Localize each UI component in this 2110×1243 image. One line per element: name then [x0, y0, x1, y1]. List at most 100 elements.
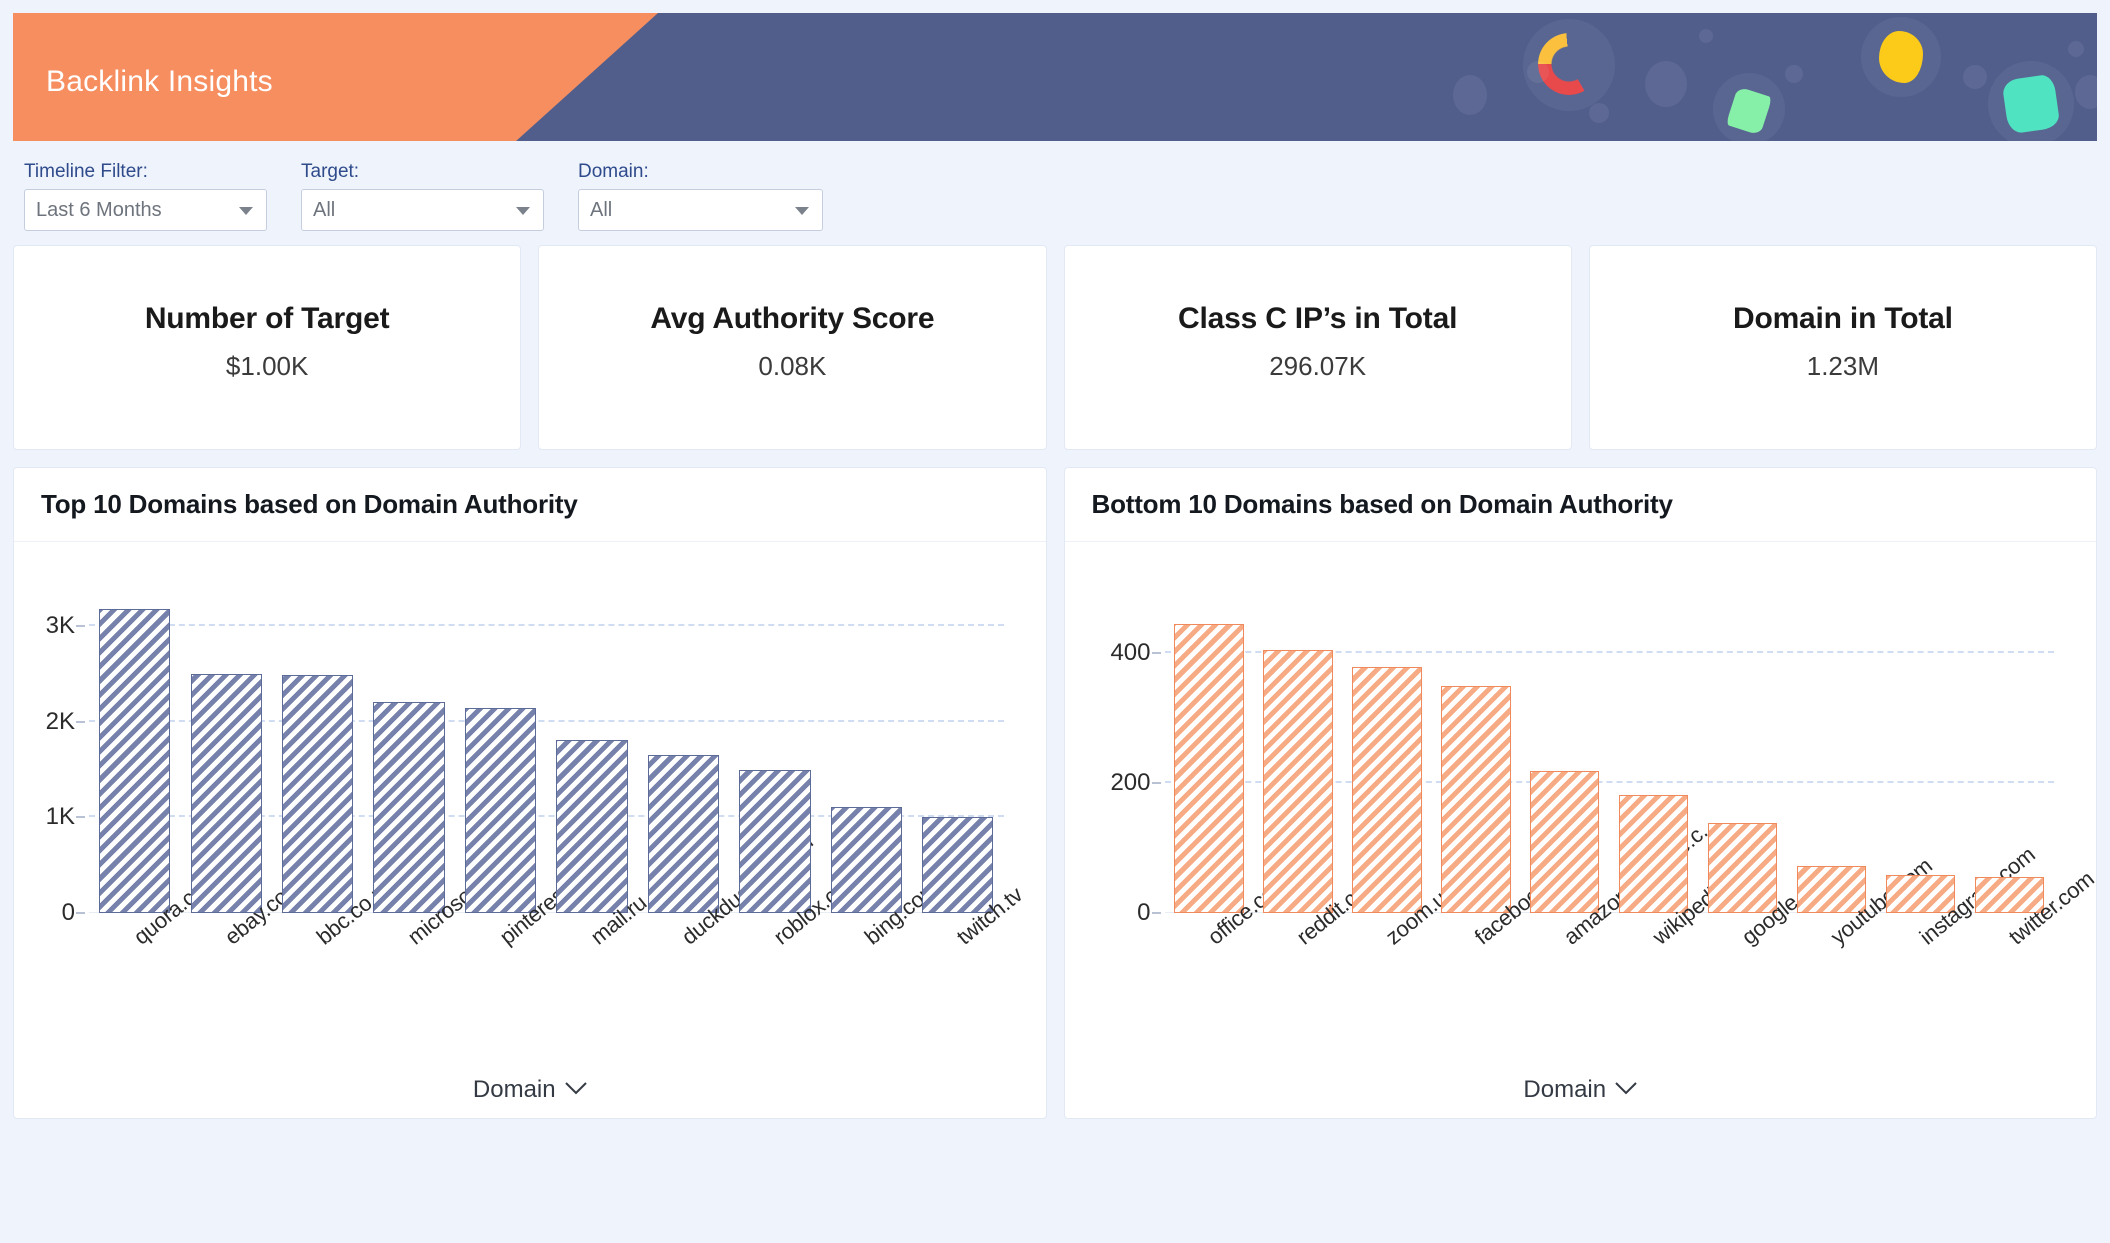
chart-card-bottom-10-domains: Bottom 10 Domains based on Domain Author… — [1063, 467, 2098, 1119]
bar-slot: reddit.com — [1253, 588, 1385, 949]
y-axis-tick — [76, 816, 85, 819]
bar[interactable] — [1708, 823, 1778, 913]
bar[interactable] — [830, 806, 903, 913]
bar-group: office.comreddit.comzoom.usfacebook.coma… — [1165, 588, 2098, 949]
chart-row: Top 10 Domains based on Domain Authority… — [0, 450, 2110, 1119]
kpi-title: Number of Target — [144, 302, 390, 335]
bar[interactable] — [1263, 649, 1333, 913]
bar-slot: pinterest.com — [455, 588, 610, 949]
bar[interactable] — [1530, 771, 1600, 913]
bar-slot: youtube.com — [1787, 588, 1936, 949]
kpi-title: Avg Authority Score — [650, 302, 935, 335]
chevron-down-icon — [516, 207, 530, 215]
chart-body: 0 1K 2K 3K quora.com ebay.com bbc.co.uk microso… — [14, 542, 1046, 1118]
bar[interactable] — [464, 708, 537, 913]
timeline-filter-select[interactable]: Last 6 Months — [24, 189, 267, 231]
bar[interactable] — [281, 675, 354, 913]
y-axis-tick — [76, 625, 85, 628]
bar[interactable] — [99, 609, 171, 913]
x-axis-title[interactable]: Domain — [1065, 1074, 2097, 1104]
filter-domain: Domain: All — [578, 161, 823, 231]
bar[interactable] — [1174, 623, 1244, 913]
kpi-card-class-c-ips-in-total[interactable]: Class C IP’s in Total 296.07K — [1063, 245, 1572, 450]
y-axis-tick — [1151, 782, 1161, 784]
x-axis-title-text: Domain — [472, 1076, 556, 1103]
chart-card-top-10-domains: Top 10 Domains based on Domain Authority… — [13, 467, 1047, 1119]
bar-slot: duckduckgo.com — [638, 588, 818, 949]
bar[interactable] — [739, 769, 811, 913]
bar-slot: bbc.co.uk — [272, 588, 398, 949]
decorative-yellow-blob — [1879, 31, 1923, 83]
decorative-dot — [1589, 103, 1609, 123]
bar-slot: wikipedia.org — [1609, 588, 1760, 949]
decorative-dot — [1527, 61, 1549, 83]
bar-slot: bing.com — [821, 588, 943, 949]
bar-slot: zoom.us — [1342, 588, 1459, 949]
chart-body: 0200400office.comreddit.comzoom.usfacebo… — [1065, 542, 2098, 1118]
chart-title: Bottom 10 Domains based on Domain Author… — [1091, 489, 1673, 519]
kpi-card-avg-authority-score[interactable]: Avg Authority Score 0.08K — [538, 245, 1047, 450]
decorative-dot — [1785, 65, 1803, 83]
bar[interactable] — [922, 817, 994, 913]
decorative-dot — [1699, 29, 1713, 43]
kpi-title: Domain in Total — [1732, 302, 1953, 335]
kpi-value: 1.23M — [1806, 351, 1879, 381]
bar-slot: mail.ru — [546, 588, 651, 949]
chevron-down-icon — [795, 207, 809, 215]
bar-slot: roblox.com — [729, 588, 866, 949]
decorative-dot — [1645, 61, 1687, 107]
filter-bar: Timeline Filter: Last 6 Months Target: A… — [0, 141, 2110, 245]
bar[interactable] — [373, 701, 445, 913]
filter-target: Target: All — [301, 161, 544, 231]
chart-header: Bottom 10 Domains based on Domain Author… — [1064, 468, 2096, 542]
y-axis-tick — [76, 720, 85, 723]
target-filter-value: All — [313, 198, 336, 221]
bar[interactable] — [1441, 685, 1511, 913]
dashboard-header: Backlink Insights — [13, 13, 2097, 141]
chart-header: Top 10 Domains based on Domain Authority — [14, 468, 1046, 542]
bar-slot: facebook.com — [1431, 588, 1589, 949]
page-title: Backlink Insights — [46, 65, 273, 98]
filter-domain-label: Domain: — [578, 161, 649, 182]
filter-timeline: Timeline Filter: Last 6 Months — [24, 161, 267, 231]
decorative-teal-shape — [2001, 73, 2061, 135]
filter-timeline-label: Timeline Filter: — [24, 161, 148, 182]
chart-title: Top 10 Domains based on Domain Authority — [41, 489, 578, 519]
bar-group: quora.com ebay.com bbc.co.uk microsoft.com p… — [89, 588, 1027, 949]
chevron-down-icon[interactable] — [564, 1074, 587, 1102]
bar-slot: microsoft.com — [363, 588, 522, 949]
kpi-row: Number of Target $1.00K Avg Authority Sc… — [0, 245, 2110, 450]
decorative-dot — [1453, 75, 1487, 115]
kpi-value: 296.07K — [1269, 351, 1367, 381]
bar-slot: office.com — [1165, 588, 1294, 949]
domain-filter-value: All — [590, 198, 613, 221]
decorative-dot — [2068, 41, 2084, 57]
kpi-value: $1.00K — [225, 351, 309, 381]
y-axis-tick — [1151, 652, 1161, 654]
kpi-card-number-of-target[interactable]: Number of Target $1.00K — [13, 245, 522, 450]
bar[interactable] — [647, 755, 720, 913]
bar-slot: twitch.tv — [912, 588, 1027, 949]
decorative-dot — [1963, 65, 1987, 89]
chevron-down-icon[interactable] — [1615, 1074, 1637, 1102]
target-filter-select[interactable]: All — [301, 189, 544, 231]
bar-chart-plot: 0200400office.comreddit.comzoom.usfacebo… — [1110, 588, 2098, 949]
kpi-card-domain-in-total[interactable]: Domain in Total 1.23M — [1588, 245, 2097, 450]
bar-slot: google.com — [1698, 588, 1838, 949]
bar-slot: instagram.com — [1876, 588, 2039, 949]
domain-filter-select[interactable]: All — [578, 189, 823, 231]
bar[interactable] — [1352, 667, 1422, 913]
bar-slot: twitter.com — [1965, 588, 2098, 949]
kpi-title: Class C IP’s in Total — [1178, 302, 1458, 335]
bar-slot: ebay.com — [180, 588, 307, 949]
chevron-down-icon — [239, 207, 253, 215]
bar[interactable] — [556, 740, 628, 913]
bar-slot: quora.com — [89, 588, 223, 949]
bar[interactable] — [1619, 794, 1689, 913]
x-axis-title-text: Domain — [1523, 1076, 1607, 1103]
kpi-value: 0.08K — [758, 351, 827, 381]
bar[interactable] — [190, 674, 262, 913]
filter-target-label: Target: — [301, 161, 360, 182]
bar-chart-plot: 0 1K 2K 3K quora.com ebay.com bbc.co.uk microso… — [46, 588, 1027, 949]
x-axis-title[interactable]: Domain — [14, 1074, 1046, 1104]
